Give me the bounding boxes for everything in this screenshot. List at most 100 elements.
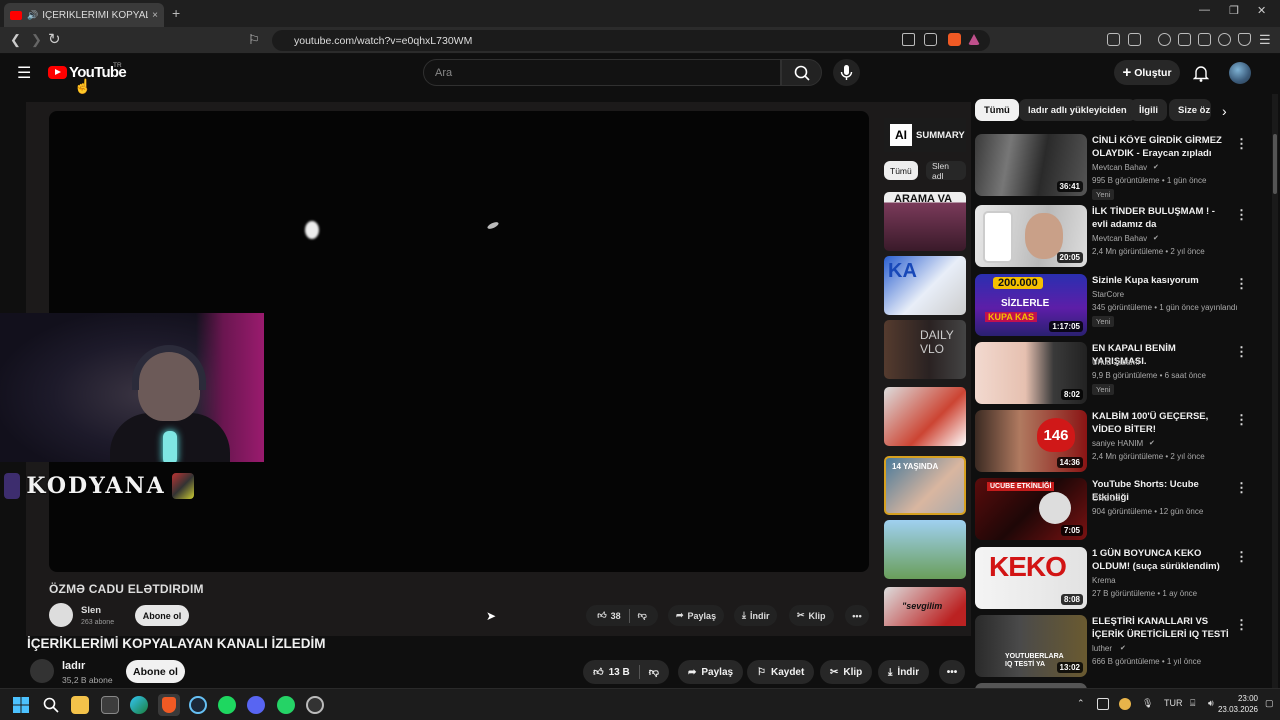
microphone-icon[interactable]: 🎙︎ (1142, 698, 1153, 709)
extensions-icon[interactable] (1107, 33, 1120, 46)
windows-start-icon[interactable] (13, 697, 29, 713)
chip-for-you[interactable]: Size öz (1169, 99, 1211, 121)
video-thumbnail[interactable]: KEKO 8:08 (975, 547, 1087, 609)
related-video-item[interactable]: 146 14:36 KALBİM 100'Ü GEÇERSE, VİDEO Bİ… (975, 410, 1275, 474)
related-video-item[interactable]: 8:02 EN KAPALI BENİM YARIŞMASI. Uhud Jab… (975, 342, 1275, 406)
related-video-item[interactable]: UCUBE ETKİNLİĞİ 7:05 YouTube Shorts: Ucu… (975, 478, 1275, 542)
forward-icon[interactable]: ❯ (31, 32, 42, 48)
tab-close-icon[interactable]: × (152, 10, 158, 21)
more-options-icon[interactable]: ⋮ (1235, 276, 1248, 292)
spotify-icon[interactable] (218, 696, 236, 714)
scrollbar[interactable] (1272, 94, 1278, 688)
cast-icon[interactable] (902, 33, 915, 46)
app-icon[interactable] (306, 696, 324, 714)
video-thumbnail[interactable]: 36:41 (975, 134, 1087, 196)
video-channel[interactable]: luther (1092, 644, 1112, 653)
video-title[interactable]: İLK TİNDER BULUŞMAM ! - evli adamız da (1092, 205, 1232, 231)
video-thumbnail[interactable]: UCUBE ETKİNLİĞİ 7:05 (975, 478, 1087, 540)
dislike-button[interactable]: 👎︎ (649, 666, 659, 678)
user-avatar[interactable] (1229, 62, 1251, 84)
related-video-item[interactable]: 200.000 SİZLERLE KUPA KAS 1:17:05 Sizinl… (975, 274, 1275, 338)
video-thumbnail[interactable]: 20:05 (975, 205, 1087, 267)
close-window-icon[interactable]: ✕ (1257, 4, 1266, 17)
voice-search-button[interactable] (833, 59, 860, 86)
notification-center-icon[interactable]: ▢ (1265, 698, 1274, 709)
video-title[interactable]: ELEŞTİRİ KANALLARI VS İÇERİK ÜRETİCİLERİ… (1092, 615, 1232, 641)
video-thumbnail[interactable]: 146 14:36 (975, 410, 1087, 472)
url-field[interactable]: youtube.com/watch?v=e0qhxL730WM (272, 30, 990, 51)
chip-from-uploader[interactable]: ladır adlı yükleyiciden (1019, 99, 1136, 121)
related-video-item[interactable]: 36:41 CİNLİ KÖYE GİRDİK GİRMEZ OLAYDIK -… (975, 134, 1275, 200)
tray-overflow-icon[interactable]: ⌃ (1077, 698, 1085, 709)
video-title[interactable]: CİNLİ KÖYE GİRDİK GİRMEZ OLAYDIK - Erayc… (1092, 134, 1232, 160)
video-channel[interactable]: saniye HANIM (1092, 439, 1143, 448)
discord-icon[interactable] (247, 696, 265, 714)
save-button[interactable]: ⚐ Kaydet (747, 660, 815, 684)
related-video-item[interactable]: 20:05 İLK TİNDER BULUŞMAM ! - evli adamı… (975, 205, 1275, 269)
vpn-icon[interactable] (1238, 33, 1251, 46)
edge-icon[interactable] (130, 696, 148, 714)
notifications-bell-icon[interactable] (1193, 64, 1209, 82)
back-icon[interactable]: ❮ (10, 32, 21, 48)
like-button[interactable]: 👍︎ 13 B (593, 666, 630, 679)
speaker-icon[interactable]: 🔊 (27, 10, 38, 21)
video-thumbnail[interactable]: YOUTUBERLARA IQ TESTİ YA 13:02 (975, 615, 1087, 677)
search-input[interactable]: Ara (423, 59, 781, 86)
chips-next-icon[interactable]: › (1222, 103, 1227, 119)
more-options-icon[interactable]: ⋮ (1235, 412, 1248, 428)
video-title[interactable]: Sizinle Kupa kasıyorum (1092, 274, 1232, 287)
video-channel[interactable]: Uhud Jabami (1092, 358, 1139, 367)
more-options-icon[interactable]: ⋮ (1235, 136, 1248, 152)
bookmark-icon[interactable]: ⚐ (248, 32, 260, 48)
video-title[interactable]: KALBİM 100'Ü GEÇERSE, VİDEO BİTER! (1092, 410, 1232, 436)
video-title[interactable]: 1 GÜN BOYUNCA KEKO OLDUM! (suça sürüklen… (1092, 547, 1232, 573)
brave-taskbar-button[interactable] (158, 694, 180, 716)
tray-app-icon[interactable] (1097, 698, 1109, 710)
create-button[interactable]: + Oluştur (1114, 60, 1180, 85)
channel-avatar[interactable] (30, 659, 54, 683)
browser-tab[interactable]: 🔊 İÇERİKLERİMİ KOPYALAYAN K × (4, 3, 164, 27)
related-video-item[interactable]: KEKO 8:08 1 GÜN BOYUNCA KEKO OLDUM! (suç… (975, 547, 1275, 611)
more-options-icon[interactable]: ⋮ (1235, 617, 1248, 633)
menu-icon[interactable]: ☰ (1259, 32, 1271, 48)
subscribe-button[interactable]: Abone ol (126, 660, 185, 683)
tray-app-icon[interactable] (1119, 698, 1131, 710)
more-options-icon[interactable]: ⋮ (1235, 207, 1248, 223)
youtube-logo-icon[interactable] (48, 66, 67, 79)
microsoft-store-icon[interactable] (101, 696, 119, 714)
file-explorer-icon[interactable] (71, 696, 89, 714)
more-options-icon[interactable]: ⋮ (1235, 549, 1248, 565)
screenshot-icon[interactable] (1128, 33, 1141, 46)
video-channel[interactable]: Mevtcan Bahav (1092, 163, 1147, 172)
steam-icon[interactable] (189, 696, 207, 714)
share-button[interactable]: ➦ Paylaş (678, 660, 744, 684)
maximize-icon[interactable]: ❐ (1229, 4, 1239, 17)
more-options-icon[interactable]: ⋮ (1235, 344, 1248, 360)
scrollbar-thumb[interactable] (1273, 134, 1277, 194)
search-icon[interactable] (43, 697, 59, 713)
reload-icon[interactable]: ↻ (48, 30, 61, 48)
wallet-icon[interactable] (1198, 33, 1211, 46)
video-channel[interactable]: Mevtcan Bahav (1092, 234, 1147, 243)
video-thumbnail[interactable]: 200.000 SİZLERLE KUPA KAS 1:17:05 (975, 274, 1087, 336)
sidebar-icon[interactable] (1178, 33, 1191, 46)
language-indicator[interactable]: TUR (1164, 698, 1183, 708)
more-actions-button[interactable]: ••• (939, 660, 965, 684)
video-channel[interactable]: ÖNSÖZ (1092, 494, 1120, 503)
share-icon[interactable] (924, 33, 937, 46)
related-video-item[interactable]: YOUTUBERLARA IQ TESTİ YA 13:02 ELEŞTİRİ … (975, 615, 1275, 679)
network-icon[interactable]: ⌸ (1190, 698, 1195, 709)
clip-button[interactable]: ✂ Klip (820, 660, 873, 684)
whatsapp-icon[interactable] (277, 696, 295, 714)
leo-ai-icon[interactable] (1218, 33, 1231, 46)
brave-shield-icon[interactable] (948, 33, 961, 46)
volume-icon[interactable]: 🔊︎ (1208, 698, 1214, 709)
more-options-icon[interactable]: ⋮ (1235, 480, 1248, 496)
hamburger-menu-icon[interactable]: ☰ (17, 63, 31, 83)
chip-related[interactable]: İlgili (1130, 99, 1167, 121)
channel-name[interactable]: ladır (62, 660, 85, 672)
video-thumbnail[interactable]: 8:02 (975, 342, 1087, 404)
brave-rewards-icon[interactable] (968, 34, 980, 45)
video-channel[interactable]: Krema (1092, 576, 1116, 585)
system-clock[interactable]: 23:00 23.03.2026 (1218, 693, 1258, 715)
